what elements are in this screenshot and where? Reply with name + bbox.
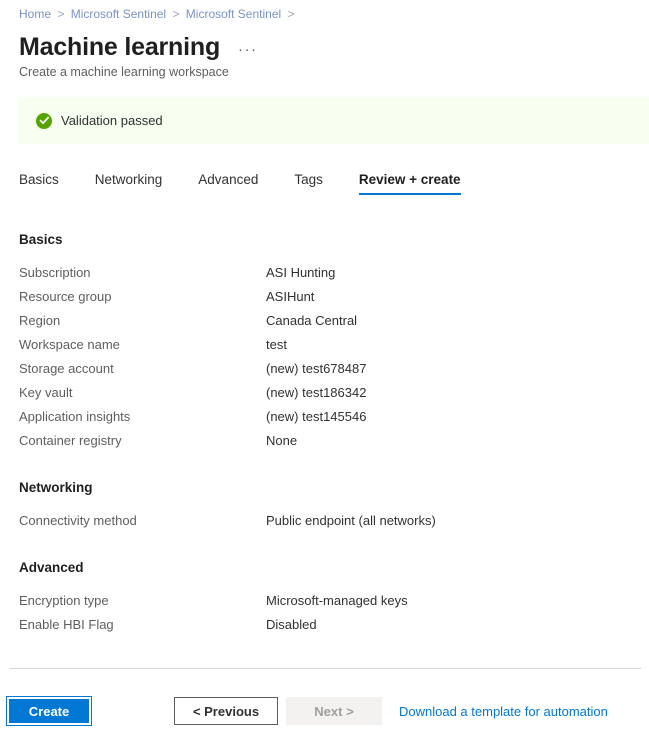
review-row-workspace-name: Workspace name test [19,333,649,357]
breadcrumb-separator: > [169,7,182,21]
review-row-label: Container registry [19,429,266,453]
section-heading: Basics [19,231,649,249]
review-row-label: Storage account [19,357,266,381]
review-row-storage-account: Storage account (new) test678487 [19,357,649,381]
footer-divider [10,668,641,669]
review-row-connectivity-method: Connectivity method Public endpoint (all… [19,509,649,533]
tab-basics[interactable]: Basics [19,171,59,195]
review-row-value: Canada Central [266,309,357,333]
breadcrumb-separator-trailing: > [285,7,298,21]
check-circle-icon [36,113,52,129]
breadcrumb-separator: > [54,7,67,21]
review-row-value: test [266,333,287,357]
validation-banner: Validation passed [18,97,649,144]
page-subtitle: Create a machine learning workspace [0,62,649,81]
review-row-label: Resource group [19,285,266,309]
section-advanced: Advanced Encryption type Microsoft-manag… [19,559,649,637]
review-row-application-insights: Application insights (new) test145546 [19,405,649,429]
review-row-enable-hbi-flag: Enable HBI Flag Disabled [19,613,649,637]
more-options-icon[interactable]: ··· [238,44,258,56]
footer-action-bar: Create < Previous Next > Download a temp… [0,694,649,728]
download-template-link[interactable]: Download a template for automation [399,704,608,719]
review-row-value: None [266,429,297,453]
review-row-encryption-type: Encryption type Microsoft-managed keys [19,589,649,613]
review-row-key-vault: Key vault (new) test186342 [19,381,649,405]
wizard-tabs: Basics Networking Advanced Tags Review +… [0,165,649,195]
tab-networking[interactable]: Networking [95,171,163,195]
review-row-label: Application insights [19,405,266,429]
review-row-value: Disabled [266,613,317,637]
breadcrumb-item-home[interactable]: Home [19,7,51,21]
next-button: Next > [286,697,382,725]
review-row-value: Microsoft-managed keys [266,589,408,613]
section-heading: Advanced [19,559,649,577]
tab-advanced[interactable]: Advanced [198,171,258,195]
review-row-label: Encryption type [19,589,266,613]
review-row-value: ASI Hunting [266,261,335,285]
review-row-value: (new) test186342 [266,381,366,405]
review-row-resource-group: Resource group ASIHunt [19,285,649,309]
review-row-value: (new) test678487 [266,357,366,381]
review-row-label: Key vault [19,381,266,405]
section-basics: Basics Subscription ASI Hunting Resource… [19,231,649,453]
review-row-label: Region [19,309,266,333]
review-row-container-registry: Container registry None [19,429,649,453]
page-header: Machine learning ··· [0,22,649,62]
previous-button[interactable]: < Previous [174,697,278,725]
review-row-subscription: Subscription ASI Hunting [19,261,649,285]
tab-tags[interactable]: Tags [294,171,323,195]
review-row-label: Connectivity method [19,509,266,533]
review-row-label: Workspace name [19,333,266,357]
review-content: Basics Subscription ASI Hunting Resource… [0,195,649,637]
breadcrumb: Home > Microsoft Sentinel > Microsoft Se… [0,0,649,22]
review-row-value: ASIHunt [266,285,314,309]
review-row-value: Public endpoint (all networks) [266,509,436,533]
breadcrumb-item-microsoft-sentinel-1[interactable]: Microsoft Sentinel [71,7,166,21]
tab-review-create[interactable]: Review + create [359,171,461,195]
section-networking: Networking Connectivity method Public en… [19,479,649,533]
create-button[interactable]: Create [7,697,91,725]
review-row-label: Enable HBI Flag [19,613,266,637]
breadcrumb-item-microsoft-sentinel-2[interactable]: Microsoft Sentinel [186,7,281,21]
validation-banner-text: Validation passed [61,113,163,129]
review-row-label: Subscription [19,261,266,285]
section-heading: Networking [19,479,649,497]
review-row-value: (new) test145546 [266,405,366,429]
page-title: Machine learning [19,32,220,62]
review-row-region: Region Canada Central [19,309,649,333]
